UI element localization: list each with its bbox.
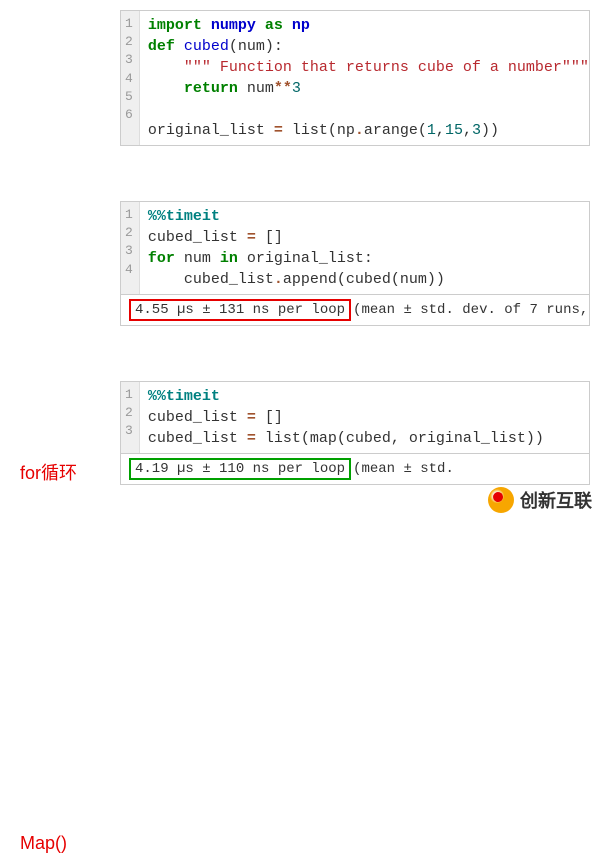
num-15: 15 xyxy=(445,122,463,139)
watermark-icon xyxy=(488,487,514,513)
kw-in: in xyxy=(220,250,238,267)
timing-boxed-map: 4.19 µs ± 110 ns per loop xyxy=(129,458,351,480)
var-cubedlist: cubed_list xyxy=(148,229,247,246)
timing-result-for: 4.55 µs ± 131 ns per loop (mean ± std. d… xyxy=(120,295,590,326)
params: (num): xyxy=(229,38,283,55)
watermark-text: 创新互联 xyxy=(520,487,592,513)
num-3: 3 xyxy=(292,80,301,97)
kw-as: as xyxy=(265,17,283,34)
expr-list-np: list(np xyxy=(283,122,355,139)
timing-boxed-for: 4.55 µs ± 131 ns per loop xyxy=(129,299,351,321)
code-content: %%timeit cubed_list = [] for num in orig… xyxy=(140,202,453,294)
timing-rest-map: (mean ± std. xyxy=(353,461,454,477)
line-number: 1 xyxy=(125,206,133,224)
var-original-list: original_list xyxy=(148,122,274,139)
magic-timeit: %%timeit xyxy=(148,208,220,225)
watermark: 创新互联 xyxy=(488,487,592,513)
num-1: 1 xyxy=(427,122,436,139)
line-number: 4 xyxy=(125,70,133,88)
line-number: 3 xyxy=(125,51,133,69)
line-number: 5 xyxy=(125,88,133,106)
label-map: Map() xyxy=(20,833,67,854)
code-block-for: 1 2 3 4 %%timeit cubed_list = [] for num… xyxy=(120,201,590,295)
gutter: 1 2 3 4 xyxy=(121,202,140,294)
gutter: 1 2 3 xyxy=(121,382,140,453)
code-block-setup: 1 2 3 4 5 6 import numpy as np def cubed… xyxy=(120,10,590,146)
magic-timeit: %%timeit xyxy=(148,388,220,405)
fn-arange: arange( xyxy=(364,122,427,139)
fn-cubed: cubed xyxy=(184,38,229,55)
line-number: 3 xyxy=(125,242,133,260)
line-number: 3 xyxy=(125,422,133,440)
line-number: 2 xyxy=(125,224,133,242)
kw-return: return xyxy=(184,80,238,97)
op-eq: = xyxy=(274,122,283,139)
code-content: %%timeit cubed_list = [] cubed_list = li… xyxy=(140,382,552,453)
kw-def: def xyxy=(148,38,175,55)
code-content: import numpy as np def cubed(num): """ F… xyxy=(140,11,589,145)
var-num: num xyxy=(238,80,274,97)
op-dot: . xyxy=(355,122,364,139)
gutter: 1 2 3 4 5 6 xyxy=(121,11,140,145)
line-number: 2 xyxy=(125,33,133,51)
line-number: 1 xyxy=(125,386,133,404)
op-power: ** xyxy=(274,80,292,97)
line-number: 4 xyxy=(125,261,133,279)
line-number: 2 xyxy=(125,404,133,422)
module-numpy: numpy xyxy=(211,17,256,34)
timing-result-map: 4.19 µs ± 110 ns per loop (mean ± std. xyxy=(120,454,590,485)
kw-for: for xyxy=(148,250,175,267)
var-cubedlist: cubed_list xyxy=(148,430,247,447)
num-3b: 3 xyxy=(472,122,481,139)
timing-rest-for: (mean ± std. dev. of 7 runs, xyxy=(353,302,588,318)
docstring: """ Function that returns cube of a numb… xyxy=(184,59,589,76)
line-number: 6 xyxy=(125,106,133,124)
line-number: 1 xyxy=(125,15,133,33)
label-for-loop: for循环 xyxy=(20,459,77,485)
kw-import: import xyxy=(148,17,202,34)
alias-np: np xyxy=(292,17,310,34)
code-block-map: 1 2 3 %%timeit cubed_list = [] cubed_lis… xyxy=(120,381,590,454)
var-cubedlist: cubed_list xyxy=(148,409,247,426)
